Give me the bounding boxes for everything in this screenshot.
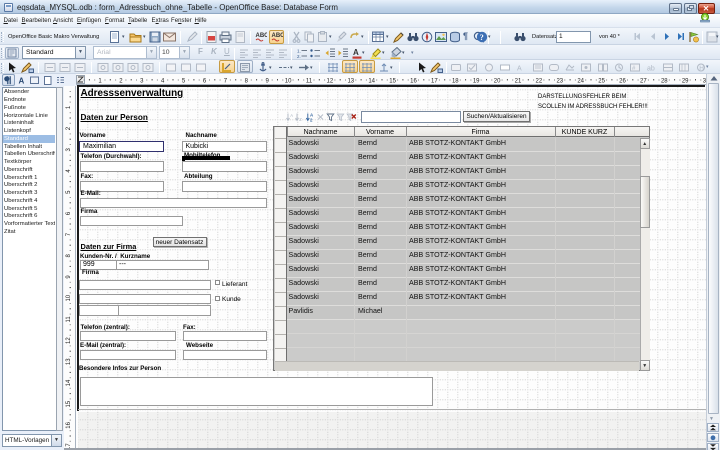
svg-text:2: 2: [66, 126, 72, 130]
svg-text:11: 11: [306, 79, 313, 85]
svg-text:13: 13: [66, 358, 72, 365]
svg-text:12: 12: [327, 79, 334, 85]
svg-text:7: 7: [224, 79, 228, 85]
svg-text:1: 1: [66, 105, 72, 109]
svg-text:16: 16: [410, 79, 417, 85]
svg-text:14: 14: [66, 379, 72, 386]
svg-text:11: 11: [66, 316, 72, 323]
svg-text:15: 15: [389, 79, 396, 85]
svg-text:6: 6: [66, 211, 72, 215]
svg-text:18: 18: [452, 79, 459, 85]
svg-text:23: 23: [556, 79, 563, 85]
svg-text:8: 8: [245, 79, 249, 85]
svg-text:19: 19: [473, 79, 480, 85]
svg-text:3: 3: [66, 147, 72, 151]
svg-text:7: 7: [66, 232, 72, 236]
svg-text:14: 14: [368, 79, 375, 85]
svg-text:2: 2: [119, 79, 123, 85]
svg-text:29: 29: [682, 79, 689, 85]
svg-text:10: 10: [285, 79, 292, 85]
svg-text:10: 10: [66, 294, 72, 301]
svg-text:21: 21: [515, 79, 522, 85]
svg-text:12: 12: [66, 337, 72, 344]
svg-text:26: 26: [619, 79, 626, 85]
svg-text:25: 25: [598, 79, 605, 85]
svg-text:4: 4: [66, 169, 72, 173]
svg-text:2: 2: [310, 117, 313, 122]
svg-text:9: 9: [266, 79, 270, 85]
svg-text:28: 28: [661, 79, 668, 85]
svg-text:A: A: [290, 113, 293, 118]
svg-text:8: 8: [66, 253, 72, 257]
svg-text:4: 4: [161, 79, 165, 85]
svg-text:5: 5: [182, 79, 186, 85]
svg-text:22: 22: [536, 79, 543, 85]
svg-text:3: 3: [140, 79, 144, 85]
svg-text:5: 5: [66, 190, 72, 194]
svg-text:24: 24: [577, 79, 584, 85]
svg-text:16: 16: [66, 421, 72, 428]
svg-text:6: 6: [203, 79, 207, 85]
svg-text:1: 1: [98, 79, 102, 85]
svg-text:20: 20: [494, 79, 501, 85]
svg-text:13: 13: [347, 79, 354, 85]
svg-text:9: 9: [66, 275, 72, 279]
svg-text:Z: Z: [299, 117, 302, 122]
svg-text:15: 15: [66, 400, 72, 407]
svg-text:27: 27: [640, 79, 647, 85]
svg-text:17: 17: [431, 79, 438, 85]
